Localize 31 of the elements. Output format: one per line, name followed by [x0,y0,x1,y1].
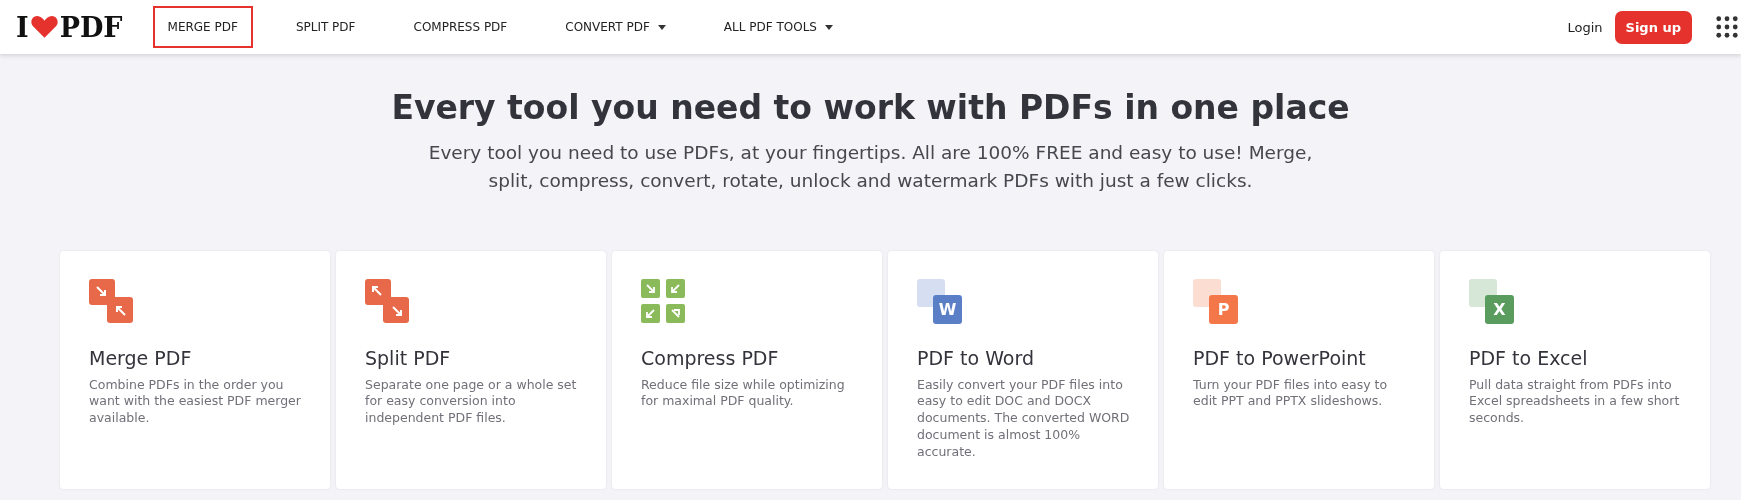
page-subtitle: Every tool you need to use PDFs, at your fingertips. All are 100% FREE and easy to use! Merge, split, compress, convert, rotate, unlock and watermark PDFs with just a few clicks. [427,141,1314,193]
signup-button[interactable]: Sign up [1614,10,1692,44]
tool-title: PDF to PowerPoint [1193,346,1367,369]
tool-description: Combine PDFs in the order you want with the easiest PDF merger available. [89,376,302,428]
nav-link[interactable]: MERGE PDF [152,6,253,48]
page-heading: Every tool you need to work with PDFs in one place [390,88,1351,127]
tool-title: PDF to Word [917,346,1035,369]
tool-title: Split PDF [365,346,452,369]
tool-description: Easily convert your PDF files into easy to edit DOC and DOCX documents. The converted WORD document is almost 100% accurate. [917,376,1131,461]
tool-description: Separate one page or a whole set for easy conversion into independent PDF files. [365,376,578,428]
heart-icon [30,15,58,39]
tool-description: Reduce file size while optimizing for maximal PDF quality. [641,376,846,411]
tool-title: Merge PDF [89,346,193,369]
tool-description: Pull data straight from PDFs into Excel spreadsheets in a few short seconds. [1469,376,1681,428]
nav-link[interactable]: CONVERT PDF [550,6,681,48]
tool-card[interactable]: X PDF to Excel Pull data straight from PDFs into Excel spreadsheets in a few short seconds. [1440,250,1710,489]
tool-card[interactable]: W PDF to Word Easily convert your PDF files into easy to edit DOC and DOCX documents. The converted WORD document is almost 100% accurate. [888,250,1158,489]
nav-link[interactable]: COMPRESS PDF [398,6,523,48]
tool-card[interactable]: Split PDF Separate one page or a whole set for easy conversion into independent PDF files. [336,250,606,489]
nav-link[interactable]: ALL PDF TOOLS [708,6,848,48]
tool-title: Compress PDF [641,346,780,369]
tool-title: PDF to Excel [1469,346,1589,369]
tool-description: Turn your PDF files into easy to edit PPT and PPTX slideshows. [1193,376,1389,411]
nav-link[interactable]: SPLIT PDF [280,6,371,48]
logo-text[interactable]: PDF [59,11,123,43]
tool-card[interactable]: Compress PDF Reduce file size while optimizing for maximal PDF quality. [612,250,882,489]
login-link[interactable]: Login [1567,19,1603,35]
tool-card[interactable]: Merge PDF Combine PDFs in the order you want with the easiest PDF merger available. [60,250,330,489]
tool-card[interactable]: P PDF to PowerPoint Turn your PDF files into easy to edit PPT and PPTX slideshows. [1164,250,1434,489]
apps-grid-icon[interactable] [1716,16,1738,38]
logo-text[interactable]: I [16,11,29,43]
